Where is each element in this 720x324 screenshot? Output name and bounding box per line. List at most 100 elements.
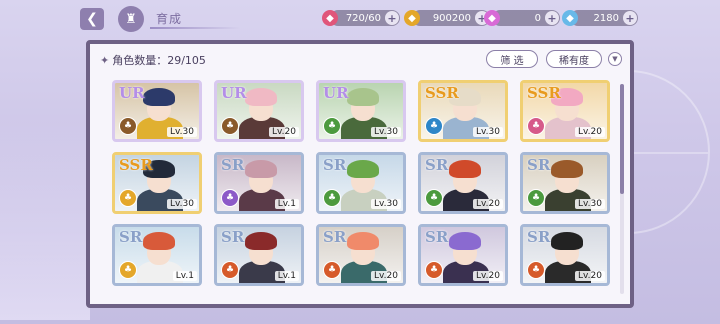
rarity-badge: SR: [119, 228, 143, 246]
add-currency-button[interactable]: +: [545, 11, 559, 25]
rarity-badge: UR: [323, 84, 349, 102]
element-icon: ♣: [425, 261, 443, 279]
candy-icon: ◆: [322, 10, 338, 26]
filter-button[interactable]: 筛 选: [486, 50, 538, 68]
rarity-badge: SR: [425, 228, 449, 246]
add-currency-button[interactable]: +: [385, 11, 399, 25]
character-hair: [143, 232, 175, 250]
level-label: Lv.20: [473, 199, 503, 209]
element-icon: ♣: [323, 189, 341, 207]
character-card[interactable]: SR ♣ Lv.20: [418, 224, 508, 286]
character-card[interactable]: SR ♣ Lv.30: [316, 152, 406, 214]
character-hair: [551, 160, 583, 178]
rarity-badge: SSR: [527, 84, 561, 102]
character-hair: [347, 160, 379, 178]
character-hair: [245, 232, 277, 250]
level-label: Lv.20: [473, 271, 503, 281]
character-hair: [449, 160, 481, 178]
character-card[interactable]: UR ♣ Lv.30: [316, 80, 406, 142]
level-label: Lv.30: [575, 199, 605, 209]
back-button[interactable]: ❮: [80, 8, 104, 30]
rarity-badge: SR: [221, 156, 245, 174]
element-icon: ♣: [425, 189, 443, 207]
currency-value: 900200: [432, 12, 471, 24]
element-icon: ♣: [221, 261, 239, 279]
pink-gem-icon: ◆: [484, 10, 500, 26]
rarity-badge: SSR: [119, 156, 153, 174]
rarity-badge: SR: [323, 156, 347, 174]
character-hair: [143, 88, 175, 106]
add-currency-button[interactable]: +: [623, 11, 637, 25]
currency-gold-coin: ◆ 900200 +: [404, 10, 490, 26]
rarity-badge: SR: [527, 156, 551, 174]
character-card[interactable]: UR ♣ Lv.30: [112, 80, 202, 142]
element-icon: ♣: [527, 261, 545, 279]
level-label: Lv.20: [269, 127, 299, 137]
element-icon: ♣: [119, 189, 137, 207]
character-card[interactable]: SSR ♣ Lv.30: [418, 80, 508, 142]
home-button[interactable]: ♜: [118, 6, 144, 32]
character-hair: [347, 88, 379, 106]
element-icon: ♣: [119, 261, 137, 279]
character-grid: UR ♣ Lv.30 UR ♣ Lv.20 UR ♣ Lv.30 SSR ♣ Lv.30 SSR ♣ Lv.…: [112, 80, 612, 304]
level-label: Lv.1: [172, 271, 197, 281]
rarity-badge: UR: [119, 84, 145, 102]
gold-coin-icon: ◆: [404, 10, 420, 26]
character-card[interactable]: UR ♣ Lv.20: [214, 80, 304, 142]
character-count: ✦ 角色数量：29/105: [100, 52, 206, 68]
character-hair: [245, 88, 277, 106]
element-icon: ♣: [425, 117, 443, 135]
title-underline: [150, 27, 240, 29]
level-label: Lv.30: [371, 199, 401, 209]
rarity-badge: UR: [221, 84, 247, 102]
character-card[interactable]: SR ♣ Lv.1: [214, 152, 304, 214]
character-count-label: 角色数量：29/105: [112, 54, 206, 67]
element-icon: ♣: [323, 261, 341, 279]
character-card[interactable]: SR ♣ Lv.20: [520, 224, 610, 286]
character-card[interactable]: SR ♣ Lv.20: [418, 152, 508, 214]
currency-value: 0: [534, 12, 541, 24]
sort-order-button[interactable]: ▼: [608, 52, 622, 66]
character-card[interactable]: SSR ♣ Lv.30: [112, 152, 202, 214]
level-label: Lv.30: [371, 127, 401, 137]
character-hair: [551, 232, 583, 250]
rarity-badge: SR: [425, 156, 449, 174]
castle-icon: ♜: [125, 11, 137, 27]
level-label: Lv.1: [274, 271, 299, 281]
character-hair: [347, 232, 379, 250]
element-icon: ♣: [221, 117, 239, 135]
character-card[interactable]: SR ♣ Lv.20: [316, 224, 406, 286]
element-icon: ♣: [221, 189, 239, 207]
rarity-badge: SR: [527, 228, 551, 246]
character-card[interactable]: SR ♣ Lv.30: [520, 152, 610, 214]
element-icon: ♣: [119, 117, 137, 135]
currency-candy: ◆ 720/60 +: [322, 10, 400, 26]
chevron-down-icon: ▼: [612, 55, 618, 63]
character-card[interactable]: SR ♣ Lv.1: [112, 224, 202, 286]
page-title: 育成: [156, 12, 183, 26]
level-label: Lv.1: [274, 199, 299, 209]
character-hair: [449, 232, 481, 250]
character-panel: ✦ 角色数量：29/105 筛 选 稀有度 ▼ UR ♣ Lv.30 UR ♣ Lv.20 U…: [86, 40, 634, 308]
element-icon: ♣: [527, 117, 545, 135]
top-bar: ❮ ♜ 育成 ◆ 720/60 + ◆ 900200 + ◆ 0 + ◆ 2180 +: [0, 0, 720, 36]
scrollbar-thumb[interactable]: [620, 84, 624, 194]
blue-diamond-icon: ◆: [562, 10, 578, 26]
castle-silhouette: [0, 120, 90, 320]
element-icon: ♣: [527, 189, 545, 207]
currency-pink-gem: ◆ 0 +: [484, 10, 560, 26]
rarity-badge: SR: [221, 228, 245, 246]
level-label: Lv.30: [167, 127, 197, 137]
character-card[interactable]: SR ♣ Lv.1: [214, 224, 304, 286]
character-hair: [245, 160, 277, 178]
rarity-sort-button[interactable]: 稀有度: [546, 50, 602, 68]
scrollbar[interactable]: [620, 84, 624, 294]
level-label: Lv.30: [167, 199, 197, 209]
currency-value: 720/60: [345, 12, 381, 24]
chevron-left-icon: ❮: [86, 11, 98, 27]
sparkle-icon: ✦: [100, 54, 110, 67]
level-label: Lv.30: [473, 127, 503, 137]
level-label: Lv.20: [575, 127, 605, 137]
currency-blue-diamond: ◆ 2180 +: [562, 10, 638, 26]
character-card[interactable]: SSR ♣ Lv.20: [520, 80, 610, 142]
